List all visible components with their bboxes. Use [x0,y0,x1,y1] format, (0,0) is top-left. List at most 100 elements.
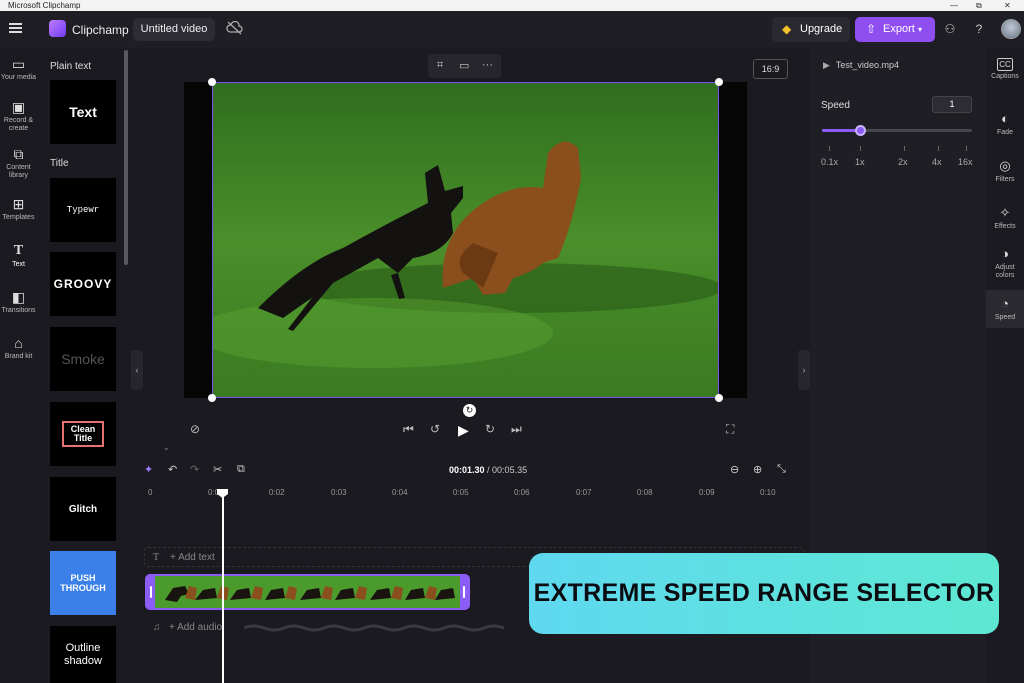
text-tile-push-through[interactable]: PUSH THROUGH [50,551,116,615]
section-plain-text: Plain text [50,61,92,72]
fade-icon: ◐ [1001,111,1009,126]
clip-trim-end-handle[interactable] [460,576,468,608]
speed-tick [938,146,939,151]
text-panel-scrollbar[interactable] [124,50,128,265]
magic-icon[interactable]: ✦ [144,463,153,476]
speed-slider-knob[interactable] [855,125,866,136]
clip-thumbnails [155,576,460,608]
add-audio-button[interactable]: + Add audio [169,622,222,633]
text-tile-glitch[interactable]: Glitch [50,477,116,541]
fit-icon[interactable]: ▭ [459,59,469,72]
upload-icon: ⇧ [866,22,877,36]
help-icon[interactable]: ? [971,21,987,37]
resize-handle-br[interactable] [715,394,723,402]
resize-handle-bl[interactable] [208,394,216,402]
preview-toolbar: ⌗ ▭ ··· [428,54,501,78]
speed-tick [829,146,830,151]
fit-timeline-icon[interactable]: ⤡ [777,463,786,476]
project-title-input[interactable]: Untitled video [133,18,215,41]
menu-icon[interactable] [9,23,22,33]
section-title: Title [50,158,69,169]
fullscreen-icon[interactable]: ⛶ [726,422,734,437]
zoom-out-icon[interactable]: ⊖ [730,463,739,476]
text-tile-clean-title[interactable]: Clean Title [50,402,116,466]
speed-value-input[interactable]: 1 [932,96,972,113]
speed-tick [904,146,905,151]
aspect-ratio-button[interactable]: 16:9 [753,59,788,79]
ruler-label: 0 [148,488,153,497]
speed-tick-label: 1x [855,157,865,167]
rewind-5s-icon[interactable]: ↺ [430,422,440,436]
redo-icon[interactable]: ↷ [190,463,199,476]
zoom-in-icon[interactable]: ⊕ [753,463,762,476]
ruler-label: 0:03 [331,488,347,497]
speed-tick-label: 4x [932,157,942,167]
resize-handle-tr[interactable] [715,78,723,86]
timeline-ruler[interactable]: 0 0:01 0:02 0:03 0:04 0:05 0:06 0:07 0:0… [144,485,794,499]
text-tile-outline-shadow[interactable]: Outline shadow [50,626,116,683]
rail-item-fade[interactable]: ◐ Fade [986,111,1024,141]
share-icon[interactable]: ⚇ [942,21,958,37]
clipchamp-logo [49,20,66,37]
play-icon[interactable]: ▶ [458,422,469,439]
adjust-colors-icon: ◑ [1001,246,1009,261]
add-text-button[interactable]: + Add text [170,552,215,563]
library-icon: ⧉ [13,146,24,162]
rail-item-effects[interactable]: ✧ Effects [986,205,1024,235]
crop-icon[interactable]: ⌗ [437,59,443,72]
collapse-right-panel-button[interactable]: › [798,350,810,390]
chevron-down-icon[interactable]: ⌄ [163,443,170,452]
playhead[interactable] [222,490,224,683]
clip-file-name: ▶ Test_video.mp4 [823,60,899,70]
speed-slider-fill [822,129,860,132]
total-time: / 00:05.35 [487,465,528,475]
rail-item-record-create[interactable]: ▣ Record & create [0,99,37,133]
video-file-icon: ▶ [823,60,830,70]
rail-item-text[interactable]: T Text [0,243,37,269]
app-header: Clipchamp Untitled video ◆ Upgrade ⇧ Exp… [0,11,1024,48]
left-rail [0,48,37,683]
ruler-label: 0:06 [514,488,530,497]
video-preview[interactable] [212,82,719,398]
resize-handle-tl[interactable] [208,78,216,86]
ruler-label: 0:08 [637,488,653,497]
camera-off-icon[interactable]: ⊘ [190,422,200,436]
rotate-icon[interactable]: ↻ [463,404,476,417]
skip-forward-icon[interactable]: ⏭ [511,422,522,437]
add-media-icon[interactable]: ⧉ [237,463,245,476]
maximize-button[interactable]: ⧉ [976,0,982,11]
skip-back-icon[interactable]: ⏮ [403,422,414,437]
close-button[interactable]: ✕ [1004,0,1011,11]
rail-item-content-library[interactable]: ⧉ Content library [0,146,37,180]
text-tile-groovy[interactable]: GROOVY [50,252,116,316]
speed-slider-track[interactable] [822,129,972,132]
text-tile-text[interactable]: Text [50,80,116,144]
rail-item-templates[interactable]: ⊞ Templates [0,196,37,222]
avatar[interactable] [1001,19,1021,39]
rail-item-captions[interactable]: CC Captions [986,58,1024,88]
clip-trim-start-handle[interactable] [147,576,155,608]
upgrade-button[interactable]: ◆ Upgrade [772,17,850,42]
more-icon[interactable]: ··· [482,59,493,71]
collapse-left-panel-button[interactable]: ‹ [131,350,143,390]
text-tile-smoke[interactable]: Smoke [50,327,116,391]
text-icon: T [13,243,24,258]
rail-item-brand-kit[interactable]: ⌂ Brand kit [0,335,37,361]
rail-item-filters[interactable]: ◎ Filters [986,158,1024,188]
speed-tick-label: 0.1x [821,157,839,167]
cloud-sync-off-icon[interactable] [226,20,243,38]
undo-icon[interactable]: ↶ [168,463,177,476]
forward-5s-icon[interactable]: ↻ [485,422,495,436]
speed-tick-label: 2x [898,157,908,167]
rail-item-adjust-colors[interactable]: ◑ Adjust colors [986,246,1024,284]
text-tile-typewriter[interactable]: Typewr [50,178,116,242]
split-icon[interactable]: ✂ [213,463,222,476]
templates-icon: ⊞ [12,196,25,212]
rail-item-your-media[interactable]: ▭ Your media [0,56,37,82]
speed-tick [860,146,861,151]
rail-item-transitions[interactable]: ◧ Transitions [0,289,37,315]
minimize-button[interactable]: — [950,0,958,11]
export-button[interactable]: ⇧ Export ▾ [855,17,935,42]
rail-item-speed[interactable]: ◔ Speed [986,290,1024,328]
video-clip[interactable] [145,574,470,610]
